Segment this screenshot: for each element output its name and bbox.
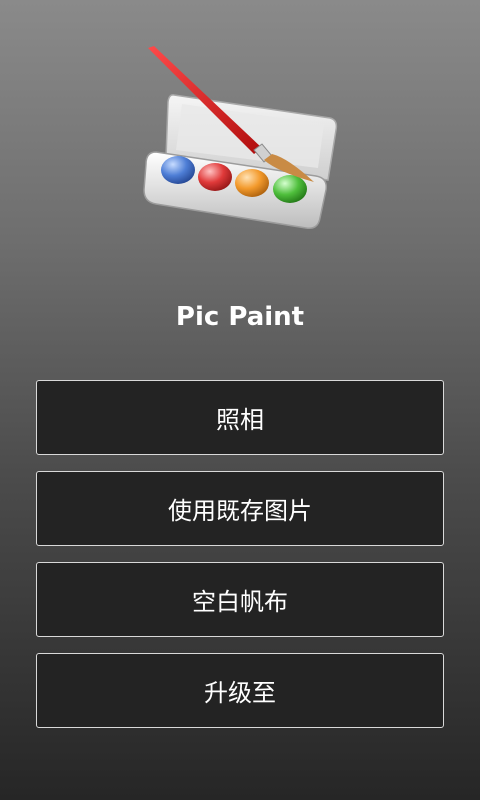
app-logo — [138, 40, 348, 240]
paint-palette-brush-icon — [143, 46, 338, 230]
app-title: Pic Paint — [175, 302, 305, 332]
blank-canvas-button[interactable]: 空白帆布 — [36, 562, 444, 637]
take-photo-button[interactable]: 照相 — [36, 380, 444, 455]
main-menu: 照相 使用既存图片 空白帆布 升级至 — [36, 380, 444, 744]
use-existing-image-button[interactable]: 使用既存图片 — [36, 471, 444, 546]
upgrade-button[interactable]: 升级至 — [36, 653, 444, 728]
